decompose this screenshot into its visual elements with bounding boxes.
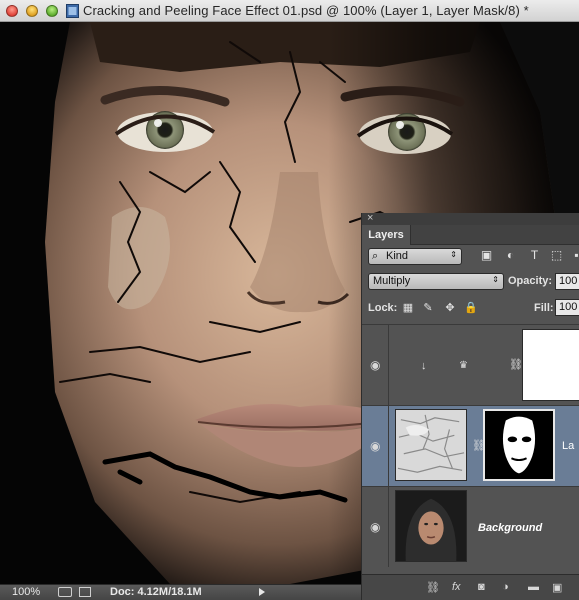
blend-mode-label: Multiply — [373, 275, 411, 287]
layers-panel: × Layers ⌕ Kind ⇕ ▣ ◐ T ⬚ ▪ Multiply ⇕ O… — [361, 213, 579, 600]
document-icon — [66, 4, 79, 18]
chain-link-icon[interactable]: ⛓ — [472, 439, 486, 453]
fill-label: Fill: — [534, 302, 554, 314]
zoom-window-button[interactable] — [46, 5, 58, 17]
blend-mode-dropdown[interactable]: Multiply ⇕ — [368, 273, 504, 290]
layer-name[interactable]: Background — [478, 522, 542, 534]
proof-setup-icon[interactable] — [58, 587, 72, 597]
link-layers-icon[interactable]: ⛓ — [426, 581, 440, 594]
status-menu-arrow-icon[interactable] — [259, 588, 265, 596]
type-filter-icon[interactable]: T — [528, 249, 541, 262]
minimize-window-button[interactable] — [26, 5, 38, 17]
lock-label: Lock: — [368, 302, 398, 314]
add-layer-mask-icon[interactable]: ◙ — [478, 581, 485, 593]
panel-close-icon[interactable]: × — [367, 213, 373, 224]
lock-all-icon[interactable]: 🔒 — [464, 302, 478, 314]
document-size: Doc: 4.12M/18.1M — [110, 586, 202, 598]
layer-mask-thumbnail[interactable] — [483, 409, 555, 481]
filter-kind-label: Kind — [386, 250, 409, 262]
row-divider — [388, 325, 389, 405]
share-icon[interactable] — [79, 587, 91, 597]
dropdown-arrow-icon: ⇕ — [492, 275, 499, 284]
adjustment-filter-icon[interactable]: ◐ — [504, 249, 517, 262]
layer-row[interactable]: ◉ ↓ ♛ ⛓ — [362, 324, 579, 405]
opacity-field[interactable]: 100 — [555, 273, 579, 290]
new-group-icon[interactable]: ▬ — [528, 581, 539, 593]
lock-position-icon[interactable]: ✥ — [444, 302, 456, 314]
lock-image-pixels-icon[interactable]: ✎ — [422, 302, 434, 314]
new-adjustment-layer-icon[interactable]: ◑ — [502, 581, 509, 593]
layer-thumbnail[interactable] — [395, 409, 467, 481]
panel-header-strip: × — [362, 213, 579, 225]
zoom-level[interactable]: 100% — [12, 586, 40, 598]
visibility-eye-icon[interactable]: ◉ — [370, 358, 380, 372]
row-divider — [388, 406, 389, 486]
opacity-label: Opacity: — [508, 275, 553, 287]
layer-mask-thumbnail[interactable] — [522, 329, 579, 401]
layer-style-fx-icon[interactable]: fx — [452, 581, 461, 593]
row-divider — [388, 487, 389, 567]
tab-layers[interactable]: Layers — [362, 225, 411, 245]
layer-name[interactable]: La — [562, 440, 574, 452]
layer-thumbnail[interactable] — [395, 490, 467, 562]
image-filter-icon[interactable]: ▣ — [480, 249, 493, 262]
fill-field[interactable]: 100 — [555, 299, 579, 316]
new-layer-icon[interactable]: ▣ — [552, 581, 562, 594]
layer-row-selected[interactable]: ◉ ⛓ La — [362, 405, 579, 486]
lock-transparent-pixels-icon[interactable]: ▦ — [402, 302, 414, 314]
window-title: Cracking and Peeling Face Effect 01.psd … — [83, 3, 529, 18]
adjustment-layer-icon: ♛ — [459, 360, 468, 371]
layer-row[interactable]: ◉ Background — [362, 486, 579, 567]
visibility-eye-icon[interactable]: ◉ — [370, 520, 380, 534]
visibility-eye-icon[interactable]: ◉ — [370, 439, 380, 453]
search-icon: ⌕ — [372, 250, 379, 262]
title-bar: Cracking and Peeling Face Effect 01.psd … — [0, 0, 579, 22]
panel-tab-strip: Layers — [362, 225, 579, 245]
shape-filter-icon[interactable]: ⬚ — [550, 249, 563, 262]
smart-object-filter-icon[interactable]: ▪ — [570, 249, 579, 262]
dropdown-arrow-icon: ⇕ — [450, 250, 457, 259]
layer-filter-dropdown[interactable]: ⌕ Kind ⇕ — [368, 248, 462, 265]
clipping-mask-arrow-icon: ↓ — [421, 360, 427, 372]
close-window-button[interactable] — [6, 5, 18, 17]
panel-footer: ⛓ fx ◙ ◑ ▬ ▣ — [362, 574, 579, 600]
chain-link-icon[interactable]: ⛓ — [509, 358, 523, 372]
